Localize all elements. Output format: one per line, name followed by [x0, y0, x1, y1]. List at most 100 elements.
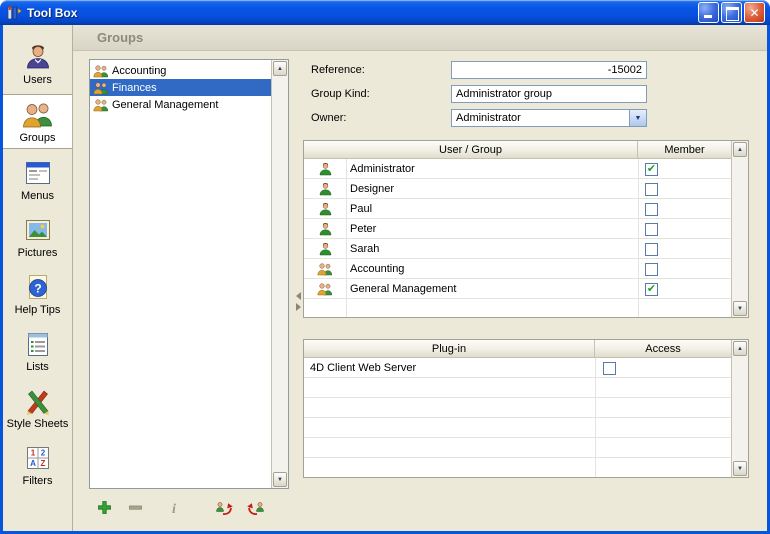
checkbox[interactable] [645, 183, 658, 196]
window-controls: ✕ [698, 2, 765, 23]
checkbox[interactable] [645, 203, 658, 216]
member-row[interactable]: Sarah [304, 239, 731, 259]
member-row[interactable]: Peter [304, 219, 731, 239]
maximize-button[interactable] [721, 2, 742, 23]
checkbox[interactable] [645, 243, 658, 256]
remove-group-button[interactable] [128, 500, 143, 518]
page-header: Groups [73, 25, 767, 51]
member-cell: ✔ [638, 159, 731, 179]
group-small-icon [304, 279, 346, 299]
members-table-scrollbar[interactable]: ▲ ▼ [731, 141, 748, 317]
minimize-button[interactable] [698, 2, 719, 23]
sidebar-item-style-sheets[interactable]: Style Sheets [3, 381, 72, 434]
info-icon: i [169, 500, 179, 519]
sidebar-item-help-tips[interactable]: ?Help Tips [3, 267, 72, 320]
pane-splitter[interactable] [294, 279, 302, 323]
collapse-right-icon [296, 303, 301, 311]
checkbox[interactable] [645, 263, 658, 276]
member-row[interactable]: Paul [304, 199, 731, 219]
group-small-icon [304, 259, 346, 279]
member-cell: ✔ [638, 279, 731, 299]
member-row[interactable]: Designer [304, 179, 731, 199]
member-name: Administrator [346, 159, 638, 179]
member-row[interactable]: General Management ✔ [304, 279, 731, 299]
column-header-user-group[interactable]: User / Group [304, 141, 638, 158]
reference-field[interactable]: -15002 [451, 61, 647, 79]
page-title: Groups [97, 30, 143, 45]
member-name: Sarah [346, 239, 638, 259]
export-users-groups-button[interactable] [247, 499, 265, 519]
close-button[interactable]: ✕ [744, 2, 765, 23]
add-group-button[interactable] [97, 500, 112, 518]
reference-row: Reference: -15002 [303, 61, 749, 79]
groups-list: Accounting Finances General Management [90, 60, 271, 488]
group-kind-label: Group Kind: [311, 88, 370, 100]
import-users-groups-button[interactable] [215, 499, 233, 519]
collapse-left-icon [296, 292, 301, 300]
group-name: Finances [112, 82, 157, 94]
column-header-member[interactable]: Member [638, 141, 731, 158]
title-bar[interactable]: Tool Box ✕ [0, 0, 770, 25]
groups-list-pane: Accounting Finances General Management ▲ ▼ [89, 59, 289, 489]
sidebar-item-groups[interactable]: Groups [3, 94, 72, 149]
checkbox[interactable] [645, 223, 658, 236]
plus-icon [97, 500, 112, 518]
group-name: General Management [112, 99, 218, 111]
plugins-table-scrollbar[interactable]: ▲ ▼ [731, 340, 748, 477]
svg-text:Z: Z [40, 459, 45, 468]
scroll-down-icon[interactable]: ▼ [733, 301, 747, 316]
group-info-button[interactable]: i [169, 500, 179, 519]
checkbox[interactable] [603, 362, 616, 375]
scroll-track[interactable] [272, 77, 288, 471]
column-divider [346, 159, 347, 317]
arrowOut-icon [247, 499, 265, 519]
main-area: Groups Accounting Finances General Managem… [73, 25, 767, 531]
group-list-item[interactable]: Finances [90, 79, 271, 96]
group-kind-field[interactable]: Administrator group [451, 85, 647, 103]
scroll-down-icon[interactable]: ▼ [273, 472, 287, 487]
member-cell [638, 239, 731, 259]
column-divider [595, 358, 596, 477]
dropdown-arrow-icon[interactable]: ▼ [629, 110, 646, 126]
members-table-header: User / Group Member [304, 141, 731, 159]
sidebar-item-lists[interactable]: Lists [3, 324, 72, 377]
plugin-name: 4D Client Web Server [304, 358, 595, 378]
close-icon: ✕ [749, 7, 759, 19]
plugins-table: Plug-in Access 4D Client Web Server ▲ ▼ [303, 339, 749, 478]
checkbox[interactable]: ✔ [645, 163, 658, 176]
sidebar-item-users[interactable]: Users [3, 37, 72, 90]
pictures-icon [23, 215, 53, 245]
column-header-access[interactable]: Access [595, 340, 731, 357]
sidebar-item-filters[interactable]: 12AZFilters [3, 438, 72, 491]
owner-select[interactable]: Administrator ▼ [451, 109, 647, 127]
group-kind-value: Administrator group [456, 88, 552, 100]
groups-list-scrollbar[interactable]: ▲ ▼ [271, 60, 288, 488]
member-name: General Management [346, 279, 638, 299]
scroll-track[interactable] [732, 357, 748, 460]
scroll-down-icon[interactable]: ▼ [733, 461, 747, 476]
plugin-row[interactable]: 4D Client Web Server [304, 358, 731, 378]
minus-icon [128, 500, 143, 518]
checkbox[interactable]: ✔ [645, 283, 658, 296]
scroll-up-icon[interactable]: ▲ [733, 341, 747, 356]
help-icon: ? [23, 272, 53, 302]
member-cell [638, 179, 731, 199]
sidebar-item-pictures[interactable]: Pictures [3, 210, 72, 263]
sidebar-item-label: Filters [23, 475, 53, 487]
member-cell [638, 219, 731, 239]
toolbox-icon [6, 5, 22, 21]
reference-label: Reference: [311, 64, 365, 76]
group-list-item[interactable]: General Management [90, 96, 271, 113]
members-table-content: User / Group Member Administrator ✔ Design… [304, 141, 731, 317]
scroll-track[interactable] [732, 158, 748, 300]
group-list-item[interactable]: Accounting [90, 62, 271, 79]
user-small-icon [304, 179, 346, 199]
scroll-up-icon[interactable]: ▲ [733, 142, 747, 157]
scroll-up-icon[interactable]: ▲ [273, 61, 287, 76]
groups-page: Accounting Finances General Management ▲ ▼… [73, 51, 767, 531]
column-header-plugin[interactable]: Plug-in [304, 340, 595, 357]
member-row[interactable]: Administrator ✔ [304, 159, 731, 179]
sidebar-item-menus[interactable]: Menus [3, 153, 72, 206]
users-icon [23, 42, 53, 72]
member-row[interactable]: Accounting [304, 259, 731, 279]
